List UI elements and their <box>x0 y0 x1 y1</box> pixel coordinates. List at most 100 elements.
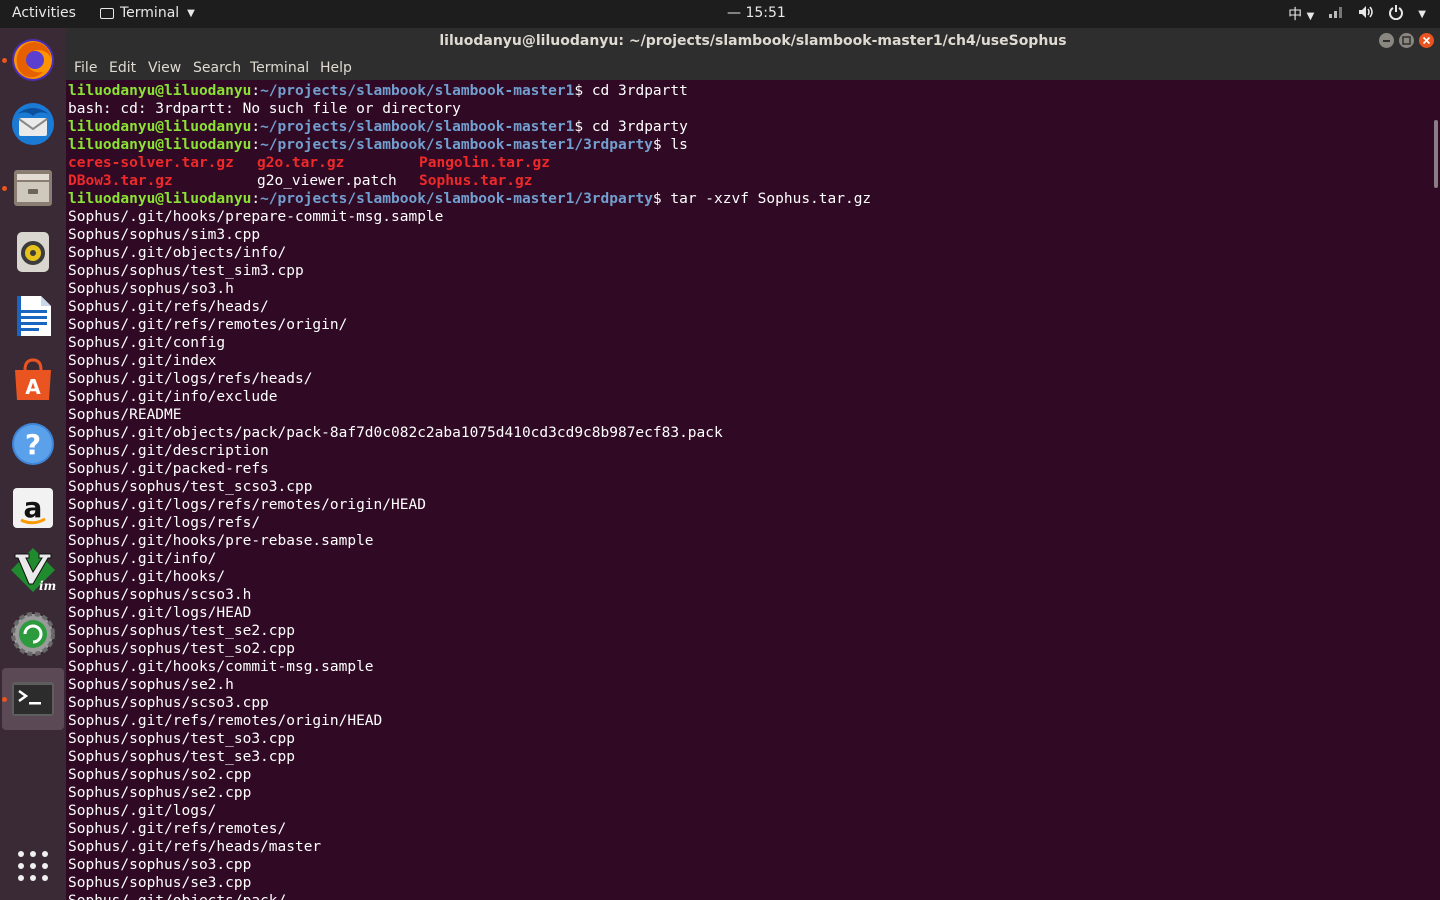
rhythmbox-icon[interactable] <box>9 228 57 276</box>
command-text: ls <box>670 137 688 153</box>
command-text: cd 3rdpartt <box>591 83 688 99</box>
menu-view[interactable]: View <box>148 60 181 76</box>
prompt-path: ~/projects/slambook/slambook-master1 <box>260 83 575 99</box>
terminal-line: liluodanyu@liluodanyu:~/projects/slamboo… <box>68 119 688 135</box>
chevron-down-icon[interactable]: ▼ <box>1418 9 1426 20</box>
power-icon[interactable] <box>1388 4 1404 24</box>
terminal-scrollbar[interactable] <box>1428 80 1440 900</box>
terminal-output-line: Sophus/sophus/test_so3.cpp <box>68 731 295 747</box>
terminal-output-line: Sophus/.git/hooks/prepare-commit-msg.sam… <box>68 209 444 225</box>
svg-text:A: A <box>25 375 41 399</box>
prompt-path: ~/projects/slambook/slambook-master1/3rd… <box>260 137 653 153</box>
svg-text:?: ? <box>25 428 41 461</box>
prompt-user: liluodanyu@liluodanyu <box>68 119 252 135</box>
prompt-path: ~/projects/slambook/slambook-master1/3rd… <box>260 191 653 207</box>
terminal-output-line: Sophus/sophus/so2.cpp <box>68 767 252 783</box>
terminal-output-line: Sophus/sophus/scso3.cpp <box>68 695 269 711</box>
ls-entry: g2o_viewer.patch <box>257 173 397 189</box>
command-text: cd 3rdparty <box>591 119 688 135</box>
terminal-output-line: Sophus/.git/logs/refs/remotes/origin/HEA… <box>68 497 426 513</box>
input-method-indicator[interactable]: 中 ▼ <box>1288 4 1314 24</box>
terminal-output-line: Sophus/.git/hooks/pre-rebase.sample <box>68 533 374 549</box>
menu-bar: File Edit View Search Terminal Help <box>66 54 1440 80</box>
prompt-path: ~/projects/slambook/slambook-master1 <box>260 119 575 135</box>
terminal-output-line: Sophus/.git/objects/info/ <box>68 245 287 261</box>
terminal-output-line: Sophus/sophus/test_se3.cpp <box>68 749 295 765</box>
prompt-user: liluodanyu@liluodanyu <box>68 191 252 207</box>
terminal-output-line: Sophus/.git/refs/remotes/origin/ <box>68 317 348 333</box>
terminal-output-line: Sophus/.git/description <box>68 443 269 459</box>
terminal-output-line: Sophus/sophus/se3.cpp <box>68 875 252 891</box>
menu-terminal[interactable]: Terminal <box>250 60 309 76</box>
terminal-icon[interactable] <box>9 675 57 723</box>
clock[interactable]: — 15:51 <box>727 5 786 21</box>
terminal-output[interactable]: liluodanyu@liluodanyu:~/projects/slamboo… <box>66 80 1428 900</box>
terminal-output-line: Sophus/sophus/so3.h <box>68 281 234 297</box>
software-updater-icon[interactable] <box>9 610 57 658</box>
scrollbar-thumb[interactable] <box>1434 120 1438 188</box>
ls-entry: Pangolin.tar.gz <box>419 155 550 171</box>
terminal-output-line: Sophus/sophus/test_se2.cpp <box>68 623 295 639</box>
libreoffice-writer-icon[interactable] <box>9 292 57 340</box>
show-applications-icon[interactable] <box>9 842 57 890</box>
terminal-output-line: Sophus/.git/index <box>68 353 217 369</box>
files-icon[interactable] <box>9 164 57 212</box>
terminal-output-line: Sophus/.git/logs/refs/ <box>68 515 261 531</box>
prompt-user: liluodanyu@liluodanyu <box>68 83 252 99</box>
menu-file[interactable]: File <box>74 60 97 76</box>
terminal-output-line: Sophus/.git/logs/ <box>68 803 217 819</box>
terminal-line: liluodanyu@liluodanyu:~/projects/slamboo… <box>68 137 688 153</box>
terminal-output-line: Sophus/sophus/se2.h <box>68 677 234 693</box>
thunderbird-icon[interactable] <box>9 100 57 148</box>
terminal-output-line: Sophus/.git/refs/heads/master <box>68 839 322 855</box>
terminal-output-line: Sophus/.git/refs/remotes/ <box>68 821 287 837</box>
terminal-line: liluodanyu@liluodanyu:~/projects/slamboo… <box>68 191 872 207</box>
top-bar: Activities Terminal ▼ — 15:51 中 ▼ ▼ <box>0 0 1440 28</box>
window-title-bar[interactable]: liluodanyu@liluodanyu: ~/projects/slambo… <box>66 28 1440 54</box>
terminal-output-line: Sophus/sophus/test_scso3.cpp <box>68 479 313 495</box>
amazon-icon[interactable]: a <box>9 484 57 532</box>
activities-button[interactable]: Activities <box>12 5 76 21</box>
terminal-output-line: Sophus/.git/logs/HEAD <box>68 605 252 621</box>
terminal-output-line: Sophus/sophus/scso3.h <box>68 587 252 603</box>
window-title: liluodanyu@liluodanyu: ~/projects/slambo… <box>439 33 1067 49</box>
terminal-output-line: Sophus/.git/info/ <box>68 551 217 567</box>
close-icon <box>1422 36 1431 45</box>
ls-entry: Sophus.tar.gz <box>419 173 533 189</box>
menu-edit[interactable]: Edit <box>109 60 136 76</box>
terminal-output-line: Sophus/sophus/sim3.cpp <box>68 227 261 243</box>
chevron-down-icon: ▼ <box>187 7 195 19</box>
terminal-output-line: Sophus/.git/hooks/ <box>68 569 226 585</box>
vim-icon[interactable]: im <box>9 546 57 594</box>
minimize-icon <box>1383 40 1390 42</box>
terminal-output-line: Sophus/sophus/so3.cpp <box>68 857 252 873</box>
maximize-icon <box>1402 36 1411 45</box>
ls-entry: DBow3.tar.gz <box>68 173 173 189</box>
prompt-user: liluodanyu@liluodanyu <box>68 137 252 153</box>
svg-text:a: a <box>24 491 43 524</box>
help-icon[interactable]: ? <box>9 420 57 468</box>
terminal-line: liluodanyu@liluodanyu:~/projects/slamboo… <box>68 83 688 99</box>
terminal-output-line: Sophus/.git/refs/heads/ <box>68 299 269 315</box>
command-text: tar -xzvf Sophus.tar.gz <box>670 191 872 207</box>
system-tray: 中 ▼ ▼ <box>1288 4 1426 24</box>
terminal-output-line: Sophus/sophus/se2.cpp <box>68 785 252 801</box>
ubuntu-software-icon[interactable]: A <box>9 356 57 404</box>
terminal-output-line: Sophus/sophus/test_sim3.cpp <box>68 263 304 279</box>
dock: A ? a im <box>0 28 66 900</box>
firefox-icon[interactable] <box>9 36 57 84</box>
menu-search[interactable]: Search <box>193 60 241 76</box>
volume-icon[interactable] <box>1358 5 1374 23</box>
network-icon[interactable] <box>1328 5 1344 23</box>
terminal-output-line: Sophus/.git/config <box>68 335 226 351</box>
terminal-output-line: Sophus/.git/info/exclude <box>68 389 278 405</box>
running-indicator <box>2 186 7 191</box>
menu-help[interactable]: Help <box>320 60 352 76</box>
running-indicator <box>2 58 7 63</box>
terminal-output-line: Sophus/sophus/test_so2.cpp <box>68 641 295 657</box>
minimize-button[interactable] <box>1379 33 1394 48</box>
app-menu-button[interactable]: Terminal ▼ <box>100 5 195 21</box>
svg-text:im: im <box>39 579 56 593</box>
maximize-button[interactable] <box>1399 33 1414 48</box>
close-button[interactable] <box>1419 33 1434 48</box>
